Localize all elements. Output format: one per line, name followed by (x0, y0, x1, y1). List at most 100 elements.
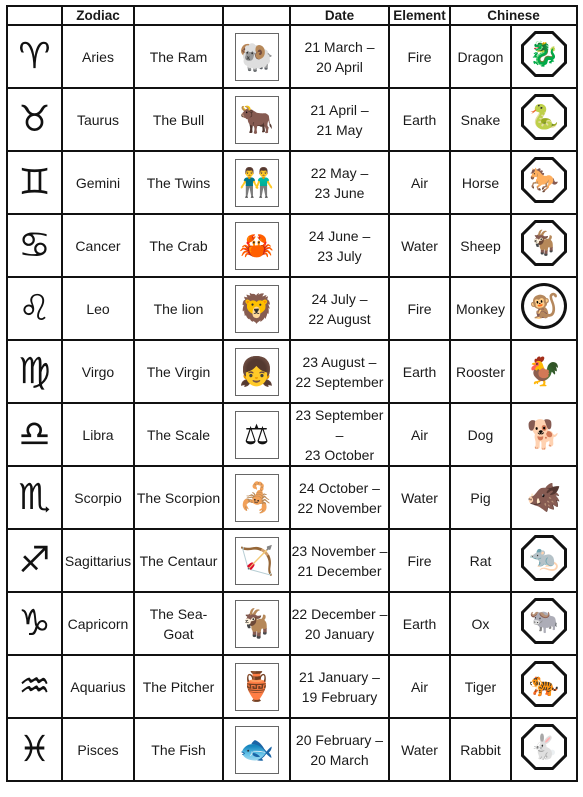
header-element: Element (388, 5, 451, 26)
table-row: ♒ Aquarius The Pitcher 🏺 21 January – 19 … (6, 654, 578, 719)
zodiac-sign: Taurus (61, 87, 135, 152)
date-end: 23 June (314, 184, 365, 201)
table-row: ♏ Scorpio The Scorpion 🦂 24 October – 22 … (6, 465, 578, 530)
date-start: 20 February – (295, 731, 384, 748)
archer-icon: 🏹 (234, 536, 279, 585)
date-end: 23 July (317, 247, 362, 264)
zodiac-symbol-cell: ♋ (6, 213, 63, 278)
zodiac-name: The Crab (133, 213, 224, 278)
date-start: 21 April – (310, 101, 369, 118)
rat-icon: 🐀 (524, 538, 564, 578)
zodiac-sign: Libra (61, 402, 135, 467)
chinese-picture-cell: 🐍 (510, 87, 578, 152)
table-row: ♎ Libra The Scale ⚖ 23 September – 23 Oct… (6, 402, 578, 467)
date-start: 21 March – (304, 38, 375, 55)
chinese-picture-cell: 🐕 (510, 402, 578, 467)
zodiac-sign: Pisces (61, 717, 135, 782)
date-range: 23 August – 22 September (289, 339, 390, 404)
pig-icon: 🐗 (526, 480, 562, 514)
zodiac-picture-cell: 🦀 (222, 213, 291, 278)
chinese-picture-cell: 🐀 (510, 528, 578, 593)
element: Water (388, 465, 451, 530)
scorpion-icon: 🦂 (234, 473, 279, 522)
date-start: 22 December – (291, 605, 388, 622)
ram-icon: 🐏 (234, 32, 279, 81)
zodiac-picture-cell: 👧 (222, 339, 291, 404)
element: Earth (388, 591, 451, 656)
zodiac-picture-cell: 🦁 (222, 276, 291, 341)
table-row: ♈ Aries The Ram 🐏 21 March – 20 April Fir… (6, 24, 578, 89)
zodiac-symbol-cell: ♓ (6, 717, 63, 782)
date-end: 20 April (316, 58, 363, 75)
element: Water (388, 717, 451, 782)
chinese-picture-cell: 🐒 (510, 276, 578, 341)
date-range: 24 October – 22 November (289, 465, 390, 530)
virgin-icon: 👧 (234, 347, 279, 396)
crab-icon: 🦀 (234, 221, 279, 270)
cancer-symbol-icon: ♋ (18, 224, 51, 266)
element: Water (388, 213, 451, 278)
rooster-icon: 🐓 (526, 354, 562, 388)
zodiac-picture-cell: 👬 (222, 150, 291, 215)
chinese-sign: Rat (449, 528, 512, 593)
dragon-icon: 🐉 (524, 34, 564, 74)
table-row: ♌ Leo The lion 🦁 24 July – 22 August Fire… (6, 276, 578, 341)
chinese-sign: Tiger (449, 654, 512, 719)
zodiac-name: The Sea-Goat (133, 591, 224, 656)
aries-symbol-icon: ♈ (18, 35, 51, 77)
zodiac-picture-cell: 🏹 (222, 528, 291, 593)
table-row: ♋ Cancer The Crab 🦀 24 June – 23 July Wat… (6, 213, 578, 278)
chinese-sign: Snake (449, 87, 512, 152)
scale-icon: ⚖ (234, 410, 279, 459)
rabbit-icon-frame: 🐇 (521, 724, 567, 770)
horse-icon-frame: 🐎 (521, 157, 567, 203)
dog-icon: 🐕 (526, 417, 562, 451)
date-range: 20 February – 20 March (289, 717, 390, 782)
header-name (133, 5, 224, 26)
date-start: 23 November – (291, 542, 388, 559)
zodiac-symbol-cell: ♍ (6, 339, 63, 404)
zodiac-symbol-cell: ♐ (6, 528, 63, 593)
zodiac-picture-cell: 🐐 (222, 591, 291, 656)
zodiac-sign: Aquarius (61, 654, 135, 719)
date-range: 21 April – 21 May (289, 87, 390, 152)
header-chinese: Chinese (449, 5, 578, 26)
chinese-picture-cell: 🐉 (510, 24, 578, 89)
capricorn-symbol-icon: ♑ (18, 602, 51, 644)
chinese-picture-cell: 🐃 (510, 591, 578, 656)
chinese-sign: Ox (449, 591, 512, 656)
dragon-icon-frame: 🐉 (521, 31, 567, 77)
scorpio-symbol-icon: ♏ (18, 476, 51, 518)
chinese-picture-cell: 🐎 (510, 150, 578, 215)
gemini-symbol-icon: ♊ (18, 161, 51, 203)
date-start: 23 August – (302, 353, 377, 370)
date-end: 22 September (295, 373, 384, 390)
date-range: 22 December – 20 January (289, 591, 390, 656)
date-range: 23 November – 21 December (289, 528, 390, 593)
chinese-picture-cell: 🐗 (510, 465, 578, 530)
date-range: 21 January – 19 February (289, 654, 390, 719)
date-end: 20 March (310, 751, 369, 768)
table-row: ♓ Pisces The Fish 🐟 20 February – 20 Marc… (6, 717, 578, 782)
date-range: 24 June – 23 July (289, 213, 390, 278)
zodiac-symbol-cell: ♌ (6, 276, 63, 341)
zodiac-picture-cell: 🐏 (222, 24, 291, 89)
zodiac-picture-cell: 🐟 (222, 717, 291, 782)
lion-icon: 🦁 (234, 284, 279, 333)
chinese-sign: Sheep (449, 213, 512, 278)
zodiac-picture-cell: ⚖ (222, 402, 291, 467)
zodiac-name: The Ram (133, 24, 224, 89)
date-range: 23 September – 23 October (289, 402, 390, 467)
zodiac-symbol-cell: ♏ (6, 465, 63, 530)
date-start: 21 January – (299, 668, 380, 685)
zodiac-symbol-cell: ♒ (6, 654, 63, 719)
water-bearer-icon: 🏺 (234, 662, 279, 711)
sheep-icon: 🐐 (524, 223, 564, 263)
table-row: ♐ Sagittarius The Centaur 🏹 23 November … (6, 528, 578, 593)
zodiac-sign: Aries (61, 24, 135, 89)
zodiac-name: The lion (133, 276, 224, 341)
monkey-icon: 🐒 (524, 286, 564, 326)
tiger-icon: 🐅 (524, 664, 564, 704)
date-end: 23 October (304, 446, 375, 463)
header-date: Date (289, 5, 390, 26)
